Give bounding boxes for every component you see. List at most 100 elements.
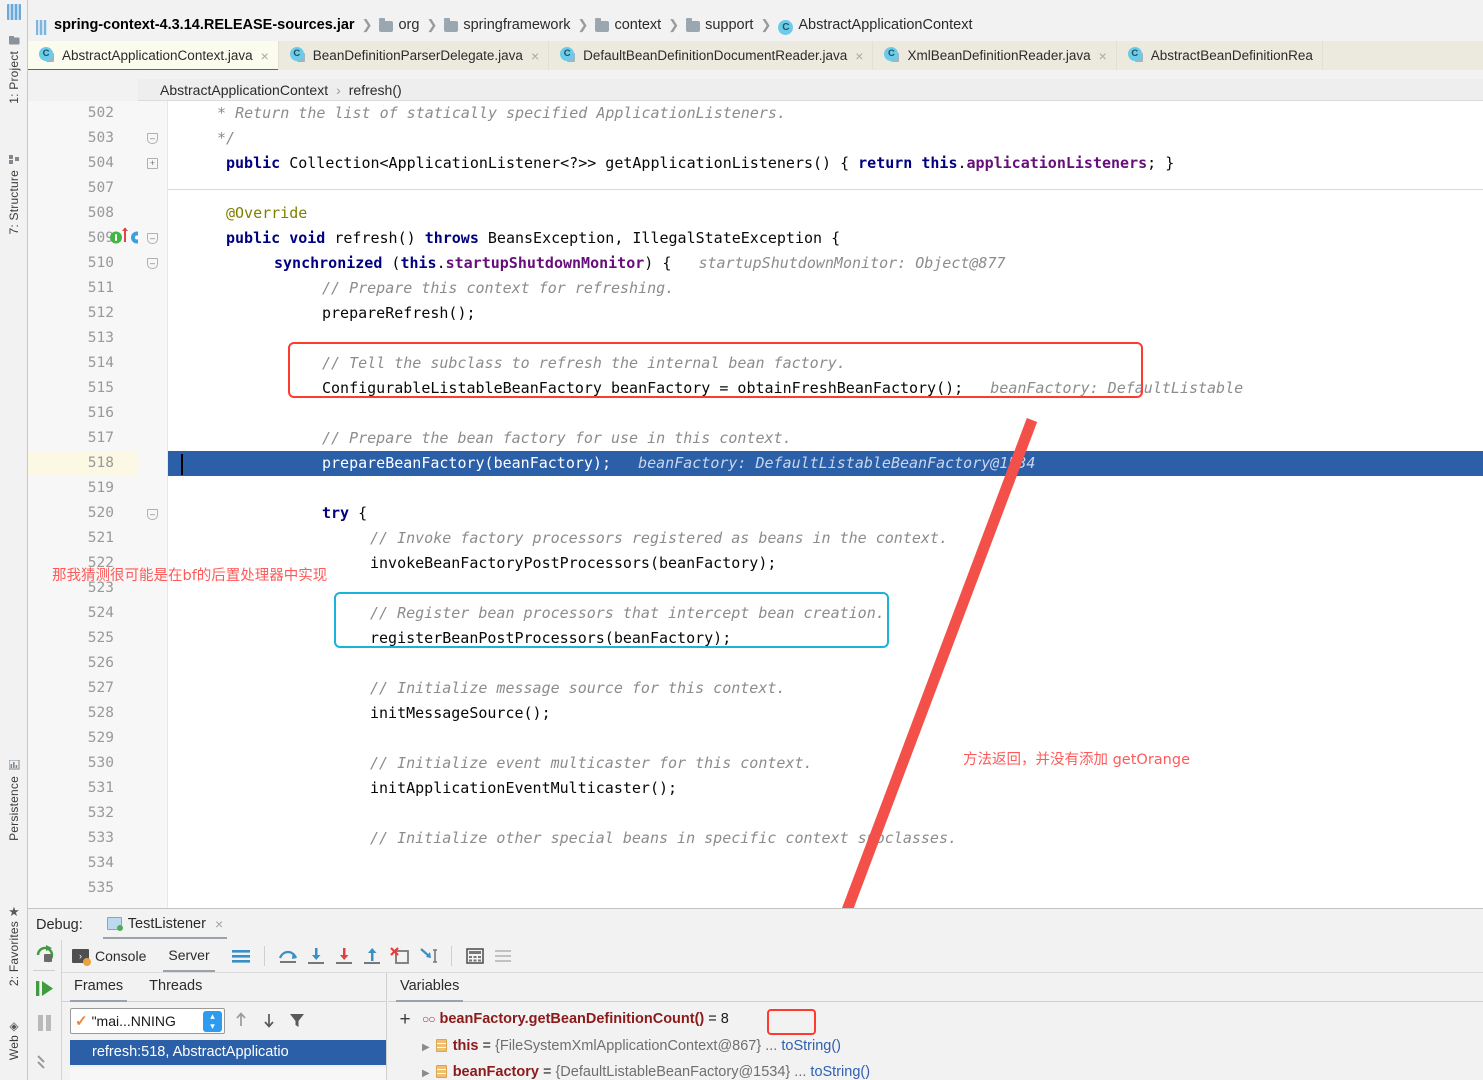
sidebar-item-project[interactable]: 1: Project (0, 36, 28, 104)
close-icon[interactable]: × (1099, 49, 1107, 63)
code-line: // Tell the subclass to refresh the inte… (322, 354, 846, 372)
tab-beandefinitionparserdelegate[interactable]: C BeanDefinitionParserDelegate.java × (279, 41, 550, 70)
step-into-icon[interactable] (305, 945, 327, 967)
evaluate-expression-icon[interactable] (464, 945, 486, 967)
force-step-into-icon[interactable] (333, 945, 355, 967)
run-to-cursor-icon[interactable] (417, 945, 439, 967)
variable-tostring-link[interactable]: toString() (781, 1038, 841, 1054)
debug-session-tab[interactable]: TestListener × (102, 916, 228, 939)
add-watch-button[interactable]: + (394, 1009, 416, 1031)
code-text-area[interactable]: * Return the list of statically specifie… (168, 101, 1483, 908)
variable-name: this (452, 1038, 479, 1054)
sidebar-item-persistence[interactable]: Persistence (0, 759, 28, 841)
line-number: 502 (87, 105, 114, 121)
sidebar-item-favorites[interactable]: ★ 2: Favorites (0, 905, 28, 986)
mute-breakpoints-icon[interactable] (36, 1052, 54, 1075)
tab-threads[interactable]: Threads (149, 978, 202, 997)
close-icon[interactable]: × (261, 49, 269, 63)
tab-defaultbeandefinitiondocumentreader[interactable]: C DefaultBeanDefinitionDocumentReader.ja… (549, 41, 874, 70)
debug-panel-body: › Console Server Frames Threads ✓ "mai..… (28, 940, 1483, 1080)
line-number: 513 (87, 330, 114, 346)
console-tab[interactable]: › Console (72, 948, 146, 966)
debug-panes: Frames Threads ✓ "mai...NNING ▴ ▾ refres… (62, 973, 1483, 1080)
tab-abstractapplicationcontext[interactable]: C AbstractApplicationContext.java × (28, 41, 279, 70)
breadcrumb-structure-class[interactable]: AbstractApplicationContext (160, 82, 328, 98)
close-icon[interactable]: × (215, 916, 223, 932)
breadcrumb-context[interactable]: context (614, 17, 661, 33)
variable-tostring-link[interactable]: toString() (810, 1064, 870, 1080)
jar-icon (7, 4, 21, 20)
debug-panel: Debug: TestListener × › Console Server F… (28, 908, 1483, 1080)
left-tool-strip: 1: Project 7: Structure Persistence ★ 2:… (0, 0, 28, 1080)
frame-row-partial[interactable] (70, 1066, 386, 1080)
sidebar-item-structure[interactable]: 7: Structure (0, 155, 28, 234)
layout-icon[interactable] (230, 945, 252, 967)
line-number: 524 (87, 605, 114, 621)
editor-fold-column[interactable]: – + – – – (138, 101, 168, 908)
rerun-icon[interactable] (34, 944, 55, 970)
variable-equals: = (478, 1038, 496, 1054)
chevron-updown-icon[interactable]: ▴ ▾ (203, 1011, 222, 1032)
resume-icon[interactable] (34, 978, 55, 1004)
close-icon[interactable]: × (531, 49, 539, 63)
tab-variables[interactable]: Variables (395, 978, 464, 1002)
step-over-icon[interactable] (277, 945, 299, 967)
drop-frame-icon[interactable] (389, 945, 411, 967)
variable-row-watch[interactable]: ○○ beanFactory.getBeanDefinitionCount() =… (422, 1006, 1483, 1032)
chevron-right-icon: ❯ (760, 17, 772, 32)
line-number: 517 (87, 430, 114, 446)
chevron-right-icon[interactable]: ▶ (422, 1042, 430, 1053)
line-number: 526 (87, 655, 114, 671)
close-icon[interactable]: × (855, 49, 863, 63)
tab-frames[interactable]: Frames (69, 978, 128, 1002)
check-icon: ✓ (75, 1013, 88, 1030)
arrow-down-icon[interactable] (259, 1010, 281, 1032)
variables-pane-tabs: Variables (388, 973, 1483, 1002)
editor-gutter[interactable]: 502 503 504 507 508 509 510 511 512 513 … (28, 101, 151, 908)
web-icon: ◈ (9, 1019, 19, 1033)
breadcrumb-structure-method[interactable]: refresh() (349, 82, 402, 98)
fold-marker-icon[interactable]: – (147, 258, 158, 269)
frame-row[interactable]: refresh:518, AbstractApplicatio (70, 1040, 386, 1065)
code-line: // Register bean processors that interce… (370, 604, 885, 622)
tab-label: DefaultBeanDefinitionDocumentReader.java (583, 48, 848, 63)
pause-icon[interactable] (36, 1013, 54, 1038)
breadcrumb-class[interactable]: AbstractApplicationContext (798, 17, 972, 33)
breadcrumb-file-path: spring-context-4.3.14.RELEASE-sources.ja… (28, 12, 1483, 38)
breadcrumb-jar[interactable]: spring-context-4.3.14.RELEASE-sources.ja… (54, 17, 355, 33)
breadcrumb-org[interactable]: org (398, 17, 419, 33)
breadcrumb-springframework[interactable]: springframework (463, 17, 570, 33)
line-number: 534 (87, 855, 114, 871)
folder-icon (444, 17, 459, 32)
code-line: */ (208, 129, 236, 147)
code-line: // Invoke factory processors registered … (370, 529, 948, 547)
server-tab[interactable]: Server (163, 947, 215, 972)
star-icon: ★ (8, 904, 20, 919)
line-number: 519 (87, 480, 114, 496)
sidebar-item-label: 1: Project (7, 51, 21, 104)
step-out-icon[interactable] (361, 945, 383, 967)
code-line: public Collection<ApplicationListener<?>… (226, 154, 1175, 172)
java-class-icon: C (884, 47, 901, 64)
field-icon (435, 1065, 447, 1078)
code-editor[interactable]: 502 503 504 507 508 509 510 511 512 513 … (28, 101, 1483, 908)
variable-row-this[interactable]: ▶ this = {FileSystemXmlApplicationContext… (422, 1033, 1483, 1059)
fold-marker-icon[interactable]: – (147, 233, 158, 244)
fold-marker-icon[interactable]: – (147, 133, 158, 144)
tab-abstractbeandefinitionreader[interactable]: C AbstractBeanDefinitionRea (1117, 41, 1323, 70)
frames-controls: ✓ "mai...NNING ▴ ▾ (62, 1003, 386, 1039)
settings-icon[interactable] (492, 945, 514, 967)
expand-marker-icon[interactable]: + (147, 158, 158, 169)
variable-row-beanfactory[interactable]: ▶ beanFactory = {DefaultListableBeanFacto… (422, 1059, 1483, 1080)
chevron-right-icon[interactable]: ▶ (422, 1068, 430, 1079)
tab-xmlbeandefinitionreader[interactable]: C XmlBeanDefinitionReader.java × (873, 41, 1117, 70)
variable-equals: = (704, 1011, 721, 1027)
filter-icon[interactable] (287, 1010, 309, 1032)
annotation-note-method-return: 方法返回，并没有添加 getOrange (963, 752, 1190, 768)
thread-selector[interactable]: ✓ "mai...NNING ▴ ▾ (70, 1008, 225, 1034)
fold-marker-icon[interactable]: – (147, 509, 158, 520)
arrow-up-icon[interactable] (231, 1010, 253, 1032)
annotation-note-bf-postprocessor: 那我猜测很可能是在bf的后置处理器中实现 (52, 568, 328, 584)
sidebar-item-web[interactable]: ◈ Web (0, 1020, 28, 1060)
breadcrumb-support[interactable]: support (705, 17, 753, 33)
